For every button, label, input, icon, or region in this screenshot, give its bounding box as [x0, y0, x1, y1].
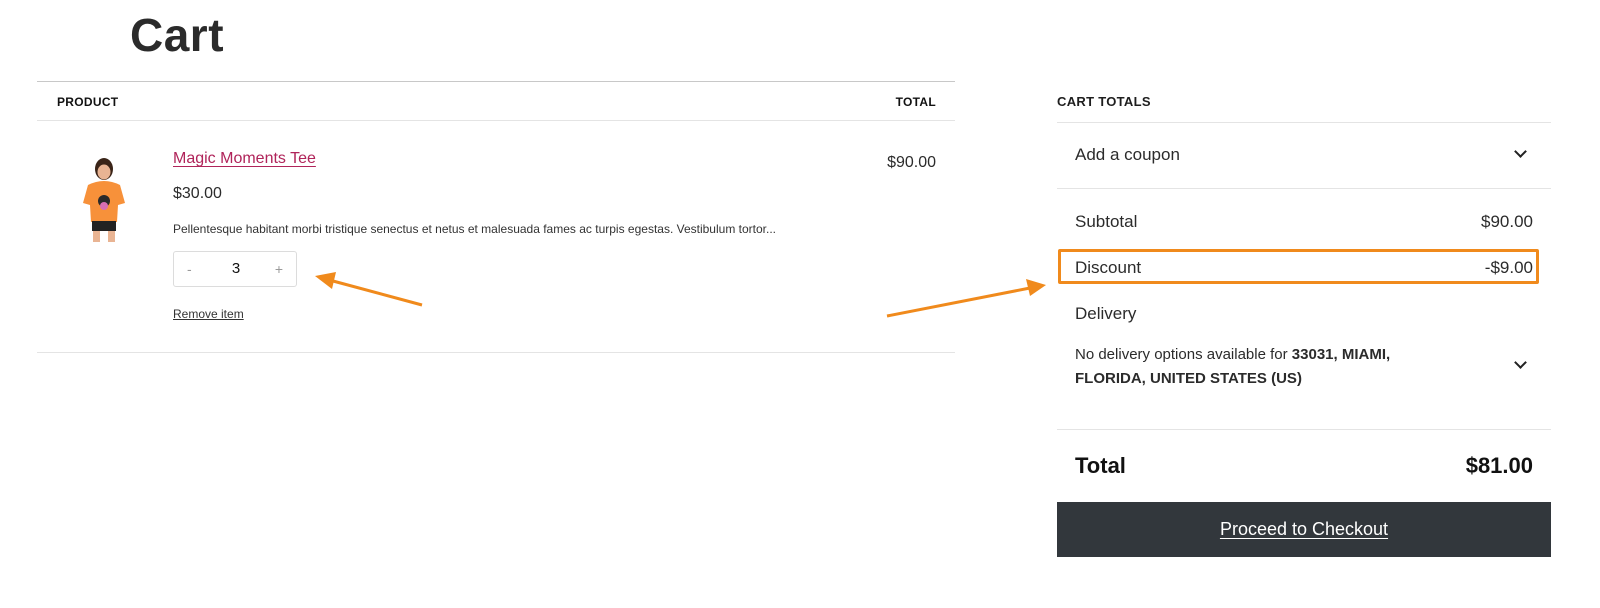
column-header-product: PRODUCT	[57, 95, 119, 109]
product-thumbnail[interactable]	[77, 155, 129, 245]
subtotal-row: Subtotal $90.00	[1075, 212, 1533, 232]
coupon-label: Add a coupon	[1075, 145, 1180, 164]
chevron-down-icon	[1514, 145, 1527, 158]
product-name-link[interactable]: Magic Moments Tee	[173, 150, 316, 168]
cart-totals-panel: CART TOTALS Add a coupon Subtotal $90.00…	[1057, 81, 1551, 557]
line-total: $90.00	[887, 154, 936, 171]
delivery-message: No delivery options available for	[1075, 346, 1288, 363]
add-coupon-toggle[interactable]: Add a coupon	[1057, 123, 1551, 189]
delivery-label: Delivery	[1075, 304, 1137, 323]
remove-item-link[interactable]: Remove item	[173, 307, 244, 321]
quantity-stepper: - 3 +	[173, 251, 297, 287]
page-title: Cart	[130, 9, 225, 61]
cart-item-row: Magic Moments Tee $30.00 Pellentesque ha…	[37, 121, 955, 353]
cart-page: Cart PRODUCT TOTAL Magic Moments Tee $30…	[0, 0, 1600, 608]
divider	[1057, 429, 1551, 430]
product-unit-price: $30.00	[173, 185, 222, 202]
quantity-increase-button[interactable]: +	[275, 261, 283, 277]
cart-totals-title: CART TOTALS	[1057, 81, 1551, 123]
delivery-chevron-down-icon[interactable]	[1514, 356, 1527, 369]
total-label: Total	[1075, 453, 1126, 478]
column-header-total: TOTAL	[895, 95, 936, 109]
product-description: Pellentesque habitant morbi tristique se…	[173, 222, 776, 236]
order-total-row: Total $81.00	[1075, 453, 1533, 479]
subtotal-label: Subtotal	[1075, 212, 1138, 231]
discount-highlight-box	[1058, 249, 1539, 284]
cart-table: PRODUCT TOTAL Magic Moments Tee $30.00 P…	[37, 81, 955, 353]
total-value: $81.00	[1465, 453, 1533, 478]
quantity-input[interactable]: 3	[214, 260, 258, 277]
subtotal-value: $90.00	[1481, 212, 1533, 231]
cart-table-header: PRODUCT TOTAL	[37, 81, 955, 121]
quantity-decrease-button[interactable]: -	[187, 261, 192, 277]
proceed-to-checkout-button[interactable]: Proceed to Checkout	[1057, 502, 1551, 557]
delivery-options-text: No delivery options available for 33031,…	[1075, 343, 1455, 391]
